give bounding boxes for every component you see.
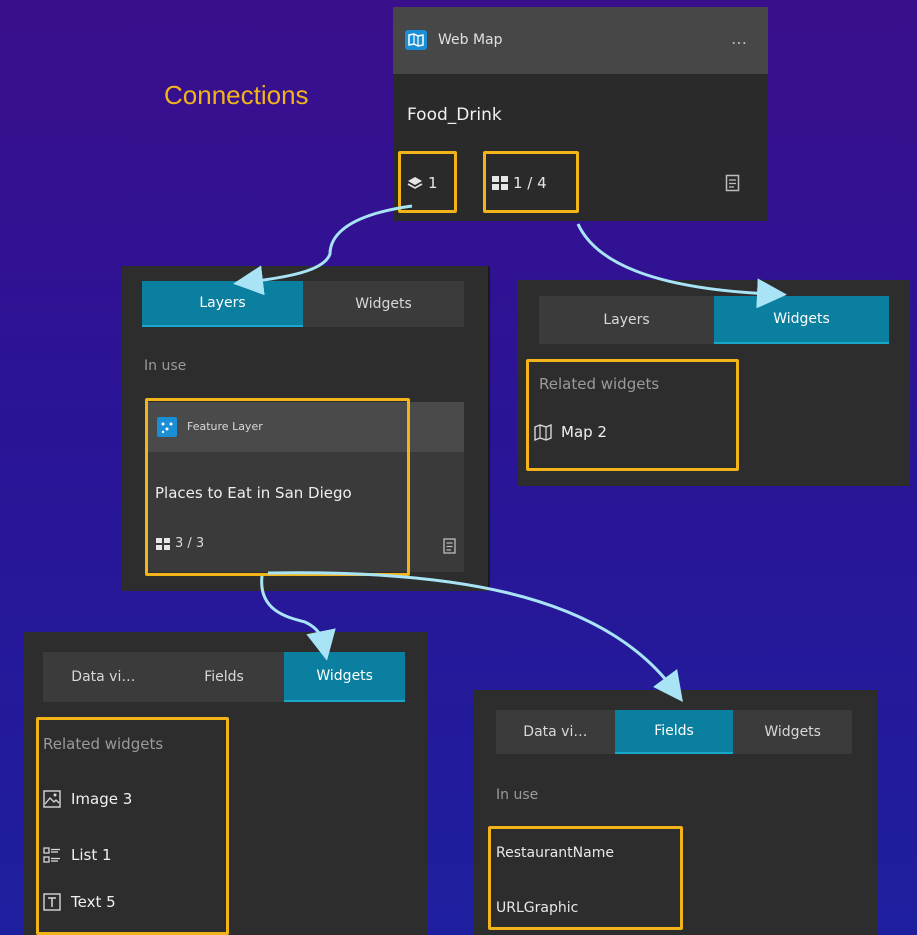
in-use-label: In use xyxy=(144,358,187,374)
tab-widgets[interactable]: Widgets xyxy=(303,281,464,327)
tab-widgets[interactable]: Widgets xyxy=(714,296,889,344)
highlight-widgets-connection xyxy=(483,151,579,213)
in-use-label: In use xyxy=(496,787,539,803)
details-icon[interactable] xyxy=(443,538,457,554)
webmap-card-header: Web Map … xyxy=(393,7,768,74)
layer-fields-tabs: Data vi… Fields Widgets xyxy=(496,710,852,754)
tab-fields[interactable]: Fields xyxy=(614,710,734,754)
map-icon xyxy=(405,30,427,50)
tab-data-view[interactable]: Data vi… xyxy=(496,710,615,754)
details-icon[interactable] xyxy=(725,174,741,192)
widgets-panel-tabs: Layers Widgets xyxy=(539,296,889,344)
tab-layers[interactable]: Layers xyxy=(539,296,714,344)
webmap-type-label: Web Map xyxy=(438,32,503,48)
webmap-name: Food_Drink xyxy=(407,105,502,125)
tab-fields[interactable]: Fields xyxy=(164,652,285,702)
layers-panel-tabs: Layers Widgets xyxy=(142,281,464,327)
tab-layers[interactable]: Layers xyxy=(142,281,303,327)
connections-title: Connections xyxy=(164,80,309,110)
highlight-fields xyxy=(488,826,683,930)
highlight-related-widgets xyxy=(526,359,739,471)
tab-widgets[interactable]: Widgets xyxy=(284,652,406,702)
highlight-feature-layer xyxy=(145,398,410,576)
highlight-layers-connection xyxy=(398,151,457,213)
more-menu-icon[interactable]: … xyxy=(731,29,747,48)
layer-widgets-tabs: Data vi… Fields Widgets xyxy=(43,652,406,702)
tab-data-view[interactable]: Data vi… xyxy=(43,652,164,702)
highlight-layer-widgets xyxy=(36,717,229,935)
tab-widgets[interactable]: Widgets xyxy=(733,710,852,754)
